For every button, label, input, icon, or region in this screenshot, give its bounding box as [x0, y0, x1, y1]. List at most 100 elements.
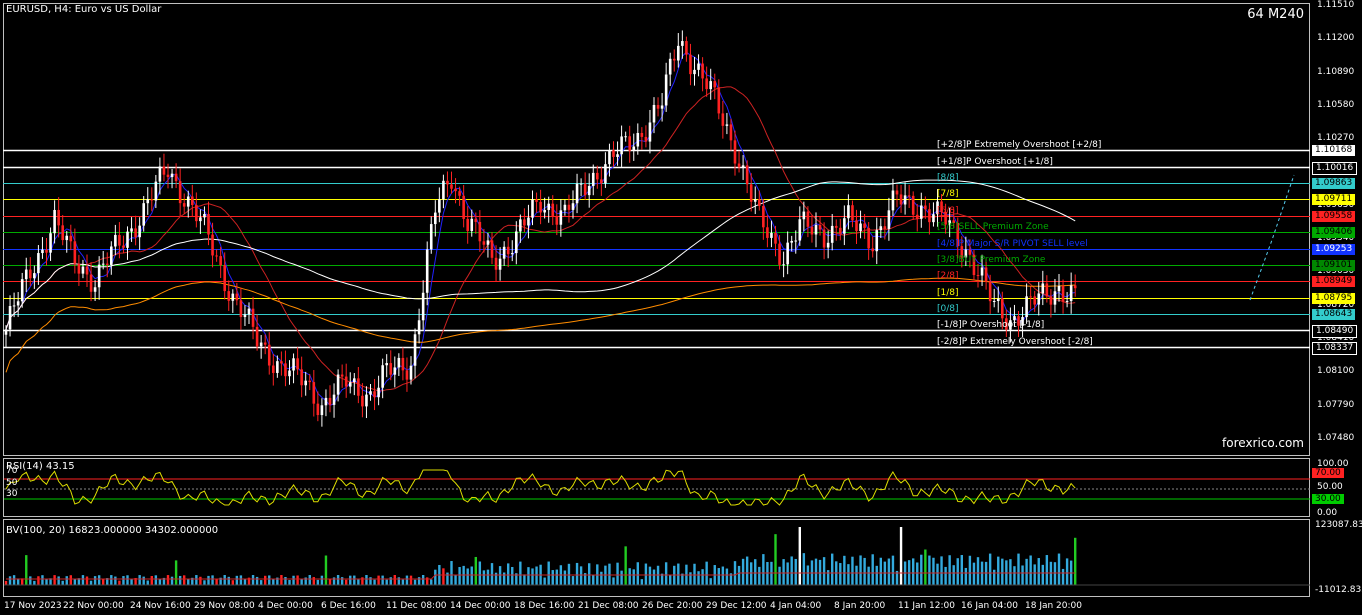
bv-bar: [1053, 562, 1057, 585]
candle-body: [170, 173, 174, 178]
bv-bar: [644, 563, 648, 585]
bv-bar: [851, 556, 854, 585]
bv-bar: [612, 577, 615, 585]
candle-body: [1061, 285, 1065, 302]
candle-body: [57, 209, 60, 226]
bv-bar: [932, 557, 935, 585]
bv-bar: [292, 575, 295, 585]
candle-body: [600, 179, 603, 184]
candle-body: [4, 329, 8, 335]
bv-bar: [543, 577, 546, 585]
candle-body: [49, 233, 52, 253]
candle-body: [709, 81, 712, 90]
candle-body: [519, 219, 522, 232]
candle-body: [401, 357, 405, 371]
level-label: [-2/8]P Extremely Overshoot [-2/8]: [937, 336, 1093, 347]
bv-bar: [879, 557, 882, 585]
candle-body: [583, 183, 587, 196]
bv-bar: [199, 576, 202, 585]
candle-body: [681, 41, 684, 46]
candle-body: [612, 150, 615, 157]
candle-body: [563, 204, 567, 211]
candle-body: [425, 249, 429, 293]
candle-body: [677, 45, 680, 61]
bv-bar: [114, 576, 117, 585]
bv-bar: [340, 577, 344, 585]
candle-body: [223, 265, 226, 292]
bv-bar: [207, 575, 210, 585]
bv-bar: [498, 566, 502, 585]
indicator-tick: 0.00: [1317, 508, 1338, 518]
bv-bar: [29, 576, 32, 585]
bv-bar: [1057, 553, 1061, 585]
level-label: [2/8]: [937, 270, 959, 281]
bv-bar: [1041, 564, 1044, 585]
candle-body: [976, 275, 980, 277]
bv-bar: [826, 570, 830, 585]
bv-bar: [365, 575, 368, 585]
candle-body: [903, 195, 907, 205]
candle-body: [405, 370, 409, 380]
level-label: [-1/8]P Overshoot [-1/8]: [937, 319, 1045, 330]
candle-body: [579, 183, 583, 185]
bv-bar: [288, 579, 291, 585]
time-tick: 6 Dec 16:00: [321, 601, 376, 611]
candle-body: [486, 240, 490, 245]
time-tick: 18 Jan 20:00: [1025, 601, 1082, 611]
bv-bar: [142, 576, 145, 585]
bv-bar: [940, 556, 943, 585]
bv-bar: [519, 561, 522, 585]
candle-body: [980, 267, 984, 276]
candle-body: [1001, 298, 1004, 319]
candle-body: [12, 305, 16, 307]
candle-body: [77, 263, 81, 274]
bv-bar: [377, 575, 380, 585]
bv-bar: [916, 562, 919, 585]
time-tick: 26 Dec 20:00: [642, 601, 703, 611]
bv-bar: [592, 574, 595, 585]
candle-body: [389, 363, 393, 375]
candle-body: [705, 78, 708, 90]
candle-body: [644, 136, 648, 142]
indicator-tick: 50: [6, 478, 18, 488]
bv-bar: [511, 566, 514, 585]
bv-bar: [183, 575, 186, 585]
candle-body: [693, 69, 696, 75]
candle-body: [1037, 293, 1041, 305]
candle-body: [851, 205, 854, 221]
bv-bar: [912, 558, 915, 585]
bv-bar: [709, 578, 712, 585]
bv-bar: [446, 572, 449, 585]
bv-bar: [891, 555, 895, 585]
bv-bar: [806, 565, 810, 585]
time-tick: 29 Nov 08:00: [194, 601, 255, 611]
candle-body: [110, 246, 113, 265]
candle-body: [312, 382, 316, 404]
timeframe-label: 64 M240: [1247, 7, 1304, 22]
candle-body: [749, 184, 753, 202]
bv-bar: [231, 580, 234, 585]
candle-body: [340, 374, 344, 377]
bv-bar: [389, 577, 392, 585]
candle-body: [830, 225, 834, 243]
candle-body: [373, 391, 376, 398]
bv-bar: [259, 580, 263, 585]
candle-body: [413, 334, 417, 366]
candle-body: [822, 229, 826, 248]
candle-body: [559, 210, 563, 225]
bv-bar: [705, 561, 708, 585]
candle-body: [65, 235, 69, 241]
bv-bar: [296, 575, 299, 585]
candle-body: [766, 227, 769, 238]
bv-bar: [733, 561, 737, 585]
bv-bar: [535, 566, 538, 585]
candle-body: [774, 232, 777, 244]
candle-body: [875, 230, 879, 252]
price-chart-canvas[interactable]: [0, 0, 1362, 615]
candle-body: [1057, 285, 1061, 292]
bv-bar: [648, 566, 652, 585]
candle-body: [802, 211, 806, 220]
indicator-tick: 50.00: [1317, 482, 1343, 492]
candle-body: [640, 132, 644, 137]
candle-body: [288, 370, 291, 377]
